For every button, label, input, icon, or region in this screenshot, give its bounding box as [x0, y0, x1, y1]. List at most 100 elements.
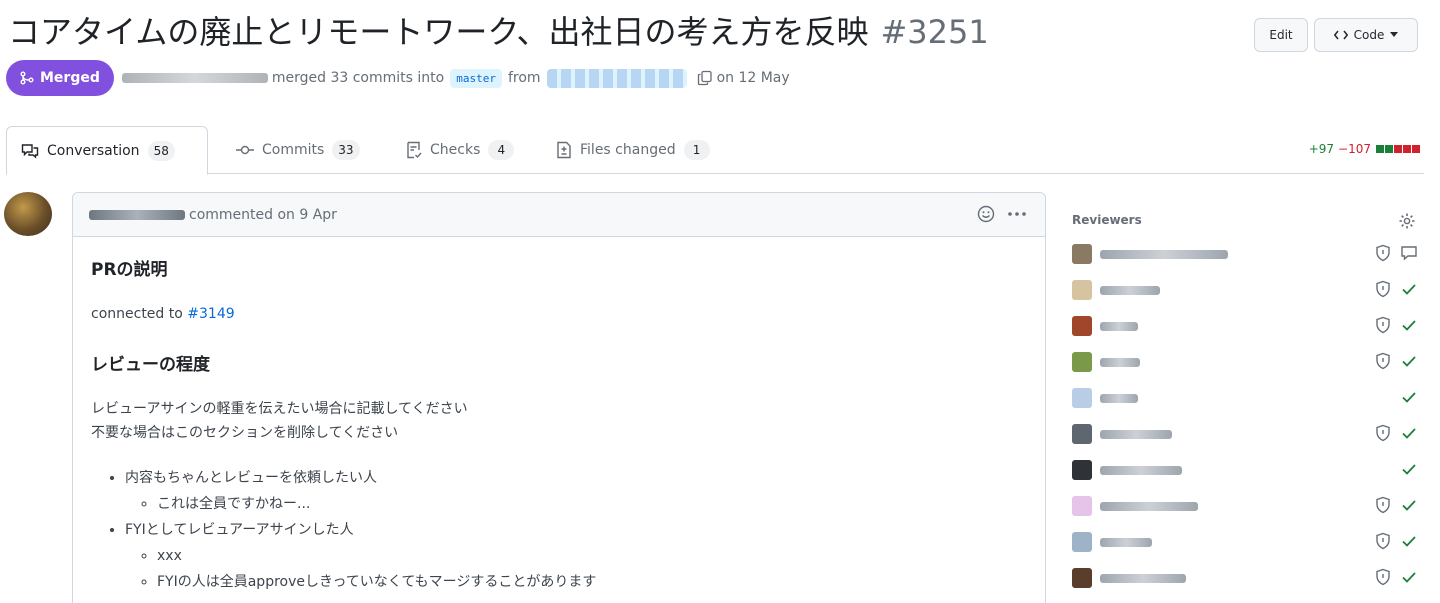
connected-prefix: connected to [91, 306, 183, 322]
reviewer-name-blurred [1100, 465, 1182, 475]
chevron-down-icon [1390, 32, 1399, 37]
reviewer-name-blurred [1100, 573, 1186, 583]
reviewer-avatar [1072, 568, 1092, 588]
gear-icon[interactable] [1398, 212, 1416, 230]
reviewer-row[interactable] [1072, 380, 1420, 416]
reviewer-name-blurred [1100, 501, 1198, 511]
shield-icon [1376, 280, 1390, 298]
reviewer-row[interactable] [1072, 524, 1420, 560]
merge-icon [20, 71, 34, 85]
comment-discussion-icon [21, 143, 39, 158]
shield-icon [1376, 316, 1390, 334]
tab-label: Conversation [47, 142, 140, 159]
diffstat-bar [1412, 145, 1420, 153]
commit-icon [236, 145, 254, 155]
tab-files-changed[interactable]: Files changed 1 [542, 126, 724, 174]
tab-checks[interactable]: Checks 4 [392, 126, 528, 174]
reviewer-status [1374, 280, 1418, 298]
reviewer-status [1374, 568, 1418, 586]
tab-conversation[interactable]: Conversation 58 [6, 126, 208, 175]
diffstat-bar [1394, 145, 1402, 153]
check-icon [1402, 320, 1416, 331]
reviewers-sidebar: Reviewers [1072, 204, 1420, 596]
check-icon [1402, 572, 1416, 583]
diffstat: +97 −107 [1309, 142, 1420, 156]
reviewer-name-blurred [1100, 249, 1228, 259]
copy-icon[interactable] [697, 70, 713, 86]
author-avatar[interactable] [4, 192, 52, 236]
base-branch[interactable]: master [450, 68, 502, 88]
check-icon [1402, 500, 1416, 511]
tab-label: Files changed [580, 142, 676, 158]
reviewer-avatar [1072, 244, 1092, 264]
check-icon [1402, 428, 1416, 439]
reviewer-avatar [1072, 280, 1092, 300]
reviewer-row[interactable] [1072, 236, 1420, 272]
pr-description-comment: commented on 9 Apr PRの説明 connected to #3… [72, 192, 1046, 603]
pr-tabs: Conversation 58 Commits 33 Checks 4 File… [6, 126, 1424, 175]
kebab-horizontal-icon[interactable] [1007, 211, 1027, 217]
tab-label: Checks [430, 142, 481, 158]
sub-list-item: これは全員ですかねー... [157, 491, 1027, 517]
reviewer-row[interactable] [1072, 272, 1420, 308]
reviewer-row[interactable] [1072, 560, 1420, 596]
tab-commits[interactable]: Commits 33 [222, 126, 374, 174]
edit-button[interactable]: Edit [1254, 18, 1308, 52]
reviewers-heading[interactable]: Reviewers [1072, 204, 1420, 236]
shield-icon [1376, 352, 1390, 370]
reviewer-row[interactable] [1072, 452, 1420, 488]
reviewer-status [1374, 352, 1418, 370]
merge-date: on 12 May [716, 70, 790, 86]
check-icon [1402, 536, 1416, 547]
reviewer-row[interactable] [1072, 308, 1420, 344]
shield-icon [1376, 568, 1390, 586]
reviewer-avatar [1072, 316, 1092, 336]
reviewer-status [1374, 244, 1418, 262]
diffstat-bar [1376, 145, 1384, 153]
list-item-text: 内容もちゃんとレビューを依頼したい人 [125, 470, 377, 486]
reviewer-status [1374, 424, 1418, 442]
diffstat-bar [1385, 145, 1393, 153]
comment-action-text: commented on 9 Apr [189, 206, 337, 223]
heading-review-level: レビューの程度 [91, 355, 210, 375]
reviewer-row[interactable] [1072, 416, 1420, 452]
tab-counter: 4 [488, 140, 515, 160]
reviewer-avatar [1072, 532, 1092, 552]
checklist-icon [407, 141, 422, 159]
pr-number: #3251 [880, 13, 989, 51]
diffstat-deletions: −107 [1338, 142, 1371, 156]
check-icon [1402, 464, 1416, 475]
review-list: 内容もちゃんとレビューを依頼したい人 これは全員ですかねー... FYIとしてレ… [91, 465, 1027, 595]
merged-badge: Merged [6, 60, 114, 96]
tab-counter: 1 [683, 140, 710, 160]
head-branch-blurred[interactable] [546, 68, 687, 88]
merger-username-blurred[interactable] [121, 73, 268, 83]
paragraph-line: 不要な場合はこのセクションを削除してください [91, 425, 399, 441]
check-icon [1402, 356, 1416, 367]
from-text: from [507, 70, 541, 86]
reviewer-name-blurred [1100, 285, 1160, 295]
reviewer-row[interactable] [1072, 344, 1420, 380]
reviewer-avatar [1072, 352, 1092, 372]
code-button[interactable]: Code [1314, 18, 1418, 52]
comment-actions [977, 205, 1027, 223]
comment-author-blurred[interactable] [89, 209, 185, 220]
pr-meta: Merged merged 33 commits into master fro… [6, 60, 790, 96]
code-icon [1333, 30, 1348, 40]
heading-pr-description: PRの説明 [91, 260, 168, 280]
merged-badge-label: Merged [40, 70, 100, 86]
connected-issue-link[interactable]: #3149 [187, 306, 234, 322]
paragraph-line: レビューアサインの軽重を伝えたい場合に記載してください [91, 401, 468, 417]
reviewer-name-blurred [1100, 357, 1140, 367]
diffstat-bar [1403, 145, 1411, 153]
reviewer-status [1374, 316, 1418, 334]
pr-title-text: コアタイムの廃止とリモートワーク、出社日の考え方を反映 [8, 13, 869, 51]
reviewer-row[interactable] [1072, 488, 1420, 524]
reviewer-avatar [1072, 460, 1092, 480]
reviewer-name-blurred [1100, 393, 1138, 403]
smiley-icon[interactable] [977, 205, 995, 223]
shield-icon [1376, 244, 1390, 262]
reviewer-name-blurred [1100, 537, 1152, 547]
diffstat-additions: +97 [1308, 142, 1335, 156]
reviewers-title: Reviewers [1072, 213, 1142, 227]
